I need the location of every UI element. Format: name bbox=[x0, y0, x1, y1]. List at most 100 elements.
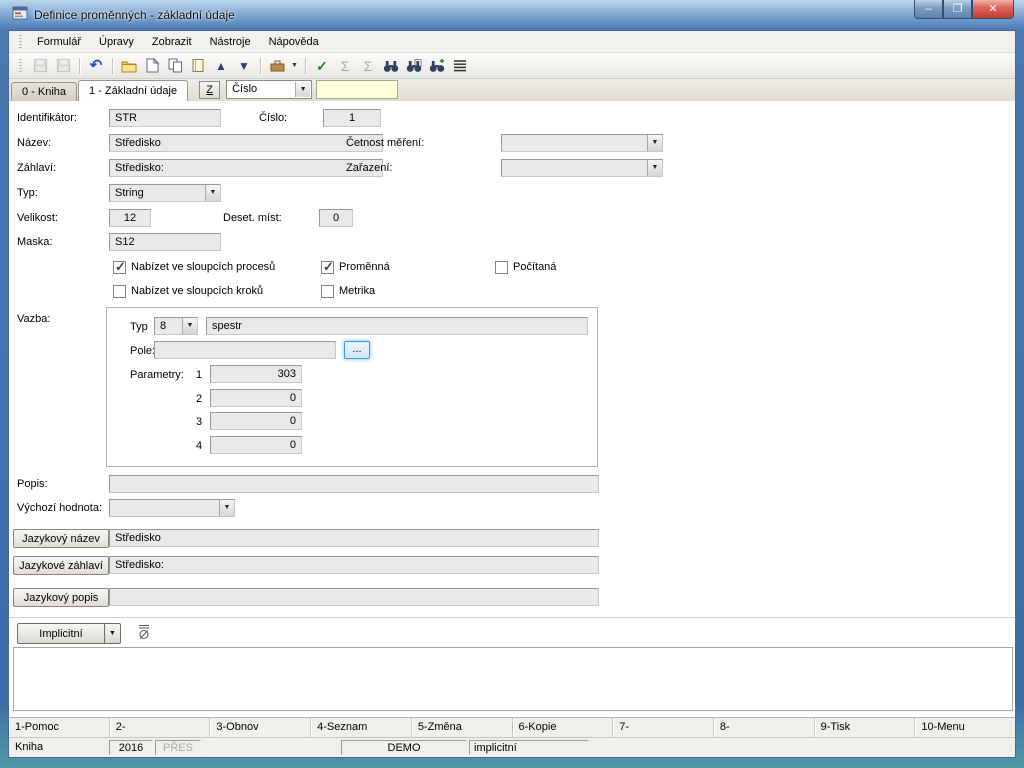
menu-zobrazit[interactable]: Zobrazit bbox=[144, 33, 200, 51]
fkey-bar: 1-Pomoc 2- 3-Obnov 4-Seznam 5-Změna 6-Ko… bbox=[9, 717, 1015, 737]
pole-field[interactable] bbox=[154, 341, 336, 359]
nazev-field[interactable]: Středisko bbox=[109, 134, 383, 152]
copy-icon[interactable] bbox=[165, 56, 185, 76]
fkey-5[interactable]: 5-Změna bbox=[412, 718, 513, 737]
checkbox-nabizet-procesu[interactable] bbox=[113, 261, 126, 274]
jazykovy-nazev-button[interactable]: Jazykový název bbox=[13, 529, 109, 548]
minimize-icon: – bbox=[925, 4, 931, 15]
jazykove-zahlavi-button[interactable]: Jazykové záhlaví bbox=[13, 556, 109, 575]
find-in-document-icon[interactable] bbox=[404, 56, 424, 76]
toolbar-separator bbox=[79, 58, 80, 74]
zahlavi-field[interactable]: Středisko: bbox=[109, 159, 383, 177]
fkey-4[interactable]: 4-Seznam bbox=[311, 718, 412, 737]
fkey-8[interactable]: 8- bbox=[714, 718, 815, 737]
implicitni-split-button[interactable]: Implicitní ▼ bbox=[17, 623, 121, 644]
chevron-down-icon[interactable]: ▼ bbox=[647, 160, 662, 176]
confirm-icon[interactable]: ✓ bbox=[312, 56, 332, 76]
fkey-3[interactable]: 3-Obnov bbox=[210, 718, 311, 737]
find-icon[interactable] bbox=[381, 56, 401, 76]
chevron-down-icon[interactable]: ▼ bbox=[295, 82, 310, 97]
chevron-down-icon[interactable]: ▼ bbox=[182, 318, 197, 334]
menu-upravy[interactable]: Úpravy bbox=[91, 33, 142, 51]
close-button[interactable]: ✕ bbox=[972, 0, 1014, 19]
vazba-typ-combo[interactable]: 8 ▼ bbox=[154, 317, 198, 335]
cislo-field[interactable]: 1 bbox=[323, 109, 381, 127]
minimize-button[interactable]: – bbox=[914, 0, 943, 19]
menu-napoveda[interactable]: Nápověda bbox=[261, 33, 327, 51]
param-2-index: 2 bbox=[196, 393, 202, 405]
fkey-10[interactable]: 10-Menu bbox=[915, 718, 1015, 737]
vychozi-hodnota-combo[interactable]: ▼ bbox=[109, 499, 235, 517]
typ-combo[interactable]: String ▼ bbox=[109, 184, 221, 202]
identifikator-field[interactable]: STR bbox=[109, 109, 221, 127]
save-icon[interactable] bbox=[30, 56, 50, 76]
browse-button[interactable]: ... bbox=[344, 341, 370, 359]
menu-nastroje[interactable]: Nástroje bbox=[202, 33, 259, 51]
zarazeni-combo[interactable]: ▼ bbox=[501, 159, 663, 177]
velikost-field[interactable]: 12 bbox=[109, 209, 151, 227]
status-implicitni: implicitní bbox=[469, 740, 589, 755]
param-2-field[interactable]: 0 bbox=[210, 389, 302, 407]
checkbox-pocitana[interactable] bbox=[495, 261, 508, 274]
status-kniha: Kniha bbox=[9, 738, 108, 757]
fkey-6[interactable]: 6-Kopie bbox=[513, 718, 614, 737]
list-icon[interactable] bbox=[450, 56, 470, 76]
implicitni-button[interactable]: Implicitní bbox=[17, 623, 104, 644]
tools-dropdown-icon[interactable]: ▼ bbox=[290, 62, 299, 69]
chevron-down-icon[interactable]: ▼ bbox=[219, 500, 234, 516]
maximize-button[interactable]: ❐ bbox=[943, 0, 972, 19]
cetnost-mereni-combo[interactable]: ▼ bbox=[501, 134, 663, 152]
fkey-2[interactable]: 2- bbox=[110, 718, 211, 737]
toolbar-grip bbox=[19, 59, 22, 73]
fkey-9[interactable]: 9-Tisk bbox=[815, 718, 916, 737]
cetnost-mereni-label: Četnost měření: bbox=[346, 137, 424, 149]
open-folder-icon[interactable] bbox=[119, 56, 139, 76]
vazba-text-field[interactable]: spestr bbox=[206, 317, 588, 335]
fkey-1[interactable]: 1-Pomoc bbox=[9, 718, 110, 737]
jazykovy-popis-button[interactable]: Jazykový popis bbox=[13, 588, 109, 607]
jazykove-zahlavi-field[interactable]: Středisko: bbox=[109, 556, 599, 574]
implicitni-dropdown-icon[interactable]: ▼ bbox=[104, 623, 121, 644]
z-button[interactable]: Z bbox=[199, 81, 220, 99]
find-next-icon[interactable] bbox=[427, 56, 447, 76]
move-up-icon[interactable]: ▲ bbox=[211, 56, 231, 76]
menu-bar: Formulář Úpravy Zobrazit Nástroje Nápově… bbox=[9, 31, 1015, 53]
checkbox-metrika[interactable] bbox=[321, 285, 334, 298]
param-4-field[interactable]: 0 bbox=[210, 436, 302, 454]
typ-label: Typ: bbox=[17, 187, 38, 199]
deset-mist-field[interactable]: 0 bbox=[319, 209, 353, 227]
desktop: { "window": { "title": "Definice proměnn… bbox=[0, 0, 1024, 768]
typ-value: String bbox=[115, 187, 144, 199]
new-document-icon[interactable] bbox=[142, 56, 162, 76]
checkbox-promenna[interactable] bbox=[321, 261, 334, 274]
save-all-icon[interactable] bbox=[53, 56, 73, 76]
title-bar[interactable]: Definice proměnných - základní údaje – ❐… bbox=[0, 0, 1024, 30]
notebook-icon[interactable] bbox=[188, 56, 208, 76]
tab-kniha-label: 0 - Kniha bbox=[22, 86, 66, 98]
fkey-7[interactable]: 7- bbox=[613, 718, 714, 737]
checkbox-promenna-label: Proměnná bbox=[339, 261, 390, 273]
param-3-field[interactable]: 0 bbox=[210, 412, 302, 430]
quick-search-field[interactable] bbox=[316, 80, 398, 99]
undo-icon[interactable]: ↶ bbox=[86, 56, 106, 76]
popis-field[interactable] bbox=[109, 475, 599, 493]
param-1-field[interactable]: 303 bbox=[210, 365, 302, 383]
tab-strip: 0 - Kniha 1 - Základní údaje Z Číslo ▼ bbox=[9, 79, 1015, 101]
chevron-down-icon[interactable]: ▼ bbox=[647, 135, 662, 151]
tab-zakladni-udaje[interactable]: 1 - Základní údaje bbox=[78, 80, 188, 101]
type-filter-combo[interactable]: Číslo ▼ bbox=[226, 80, 312, 99]
vazba-typ-value: 8 bbox=[160, 320, 166, 332]
tools-icon[interactable] bbox=[267, 56, 287, 76]
move-down-icon[interactable]: ▼ bbox=[234, 56, 254, 76]
sum-filter-icon[interactable]: Σ bbox=[358, 56, 378, 76]
checkbox-nabizet-kroku[interactable] bbox=[113, 285, 126, 298]
tab-kniha[interactable]: 0 - Kniha bbox=[11, 82, 77, 101]
identifikator-label: Identifikátor: bbox=[17, 112, 77, 124]
maska-field[interactable]: S12 bbox=[109, 233, 221, 251]
notes-area[interactable] bbox=[13, 647, 1013, 711]
jazykovy-nazev-field[interactable]: Středisko bbox=[109, 529, 599, 547]
sum-icon[interactable]: Σ bbox=[335, 56, 355, 76]
jazykovy-popis-field[interactable] bbox=[109, 588, 599, 606]
chevron-down-icon[interactable]: ▼ bbox=[205, 185, 220, 201]
menu-formular[interactable]: Formulář bbox=[29, 33, 89, 51]
